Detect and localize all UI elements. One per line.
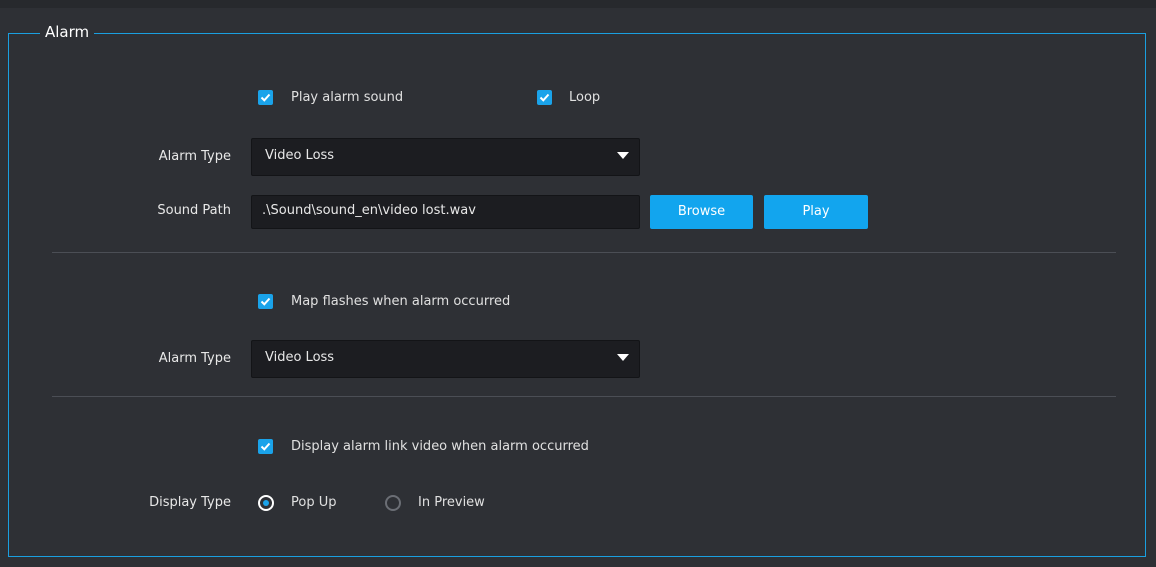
chevron-down-icon [617,354,629,361]
alarm-type-label: Alarm Type [158,149,231,164]
checkmark-icon [539,93,550,102]
play-alarm-sound-checkbox[interactable] [258,90,273,105]
loop-label: Loop [569,90,601,105]
display-type-label: Display Type [149,495,231,510]
checkmark-icon [260,297,271,306]
section-divider [52,396,1116,397]
pop-up-radio[interactable] [258,495,274,511]
browse-button[interactable]: Browse [650,195,753,229]
in-preview-label: In Preview [418,495,485,510]
play-alarm-sound-label: Play alarm sound [291,90,404,105]
map-flashes-label: Map flashes when alarm occurred [291,294,511,309]
chevron-down-icon [617,152,629,159]
checkmark-icon [260,93,271,102]
play-button[interactable]: Play [764,195,868,229]
pop-up-label: Pop Up [291,495,337,510]
section-divider [52,252,1116,253]
display-link-video-checkbox[interactable] [258,439,273,454]
select-value: Video Loss [265,350,335,365]
top-strip [0,0,1156,8]
input-value: .\Sound\sound_en\video lost.wav [262,203,476,218]
groupbox-title: Alarm [40,20,95,44]
checkmark-icon [260,442,271,451]
in-preview-radio[interactable] [385,495,401,511]
alarm-groupbox [8,33,1146,557]
sound-alarm-type-select[interactable]: Video Loss [251,138,640,176]
loop-checkbox[interactable] [537,90,552,105]
map-flashes-checkbox[interactable] [258,294,273,309]
display-link-video-label: Display alarm link video when alarm occu… [291,439,589,454]
map-alarm-type-select[interactable]: Video Loss [251,340,640,378]
alarm-type-label: Alarm Type [158,351,231,366]
select-value: Video Loss [265,148,335,163]
sound-path-label: Sound Path [157,203,231,218]
sound-path-input[interactable]: .\Sound\sound_en\video lost.wav [251,195,640,229]
